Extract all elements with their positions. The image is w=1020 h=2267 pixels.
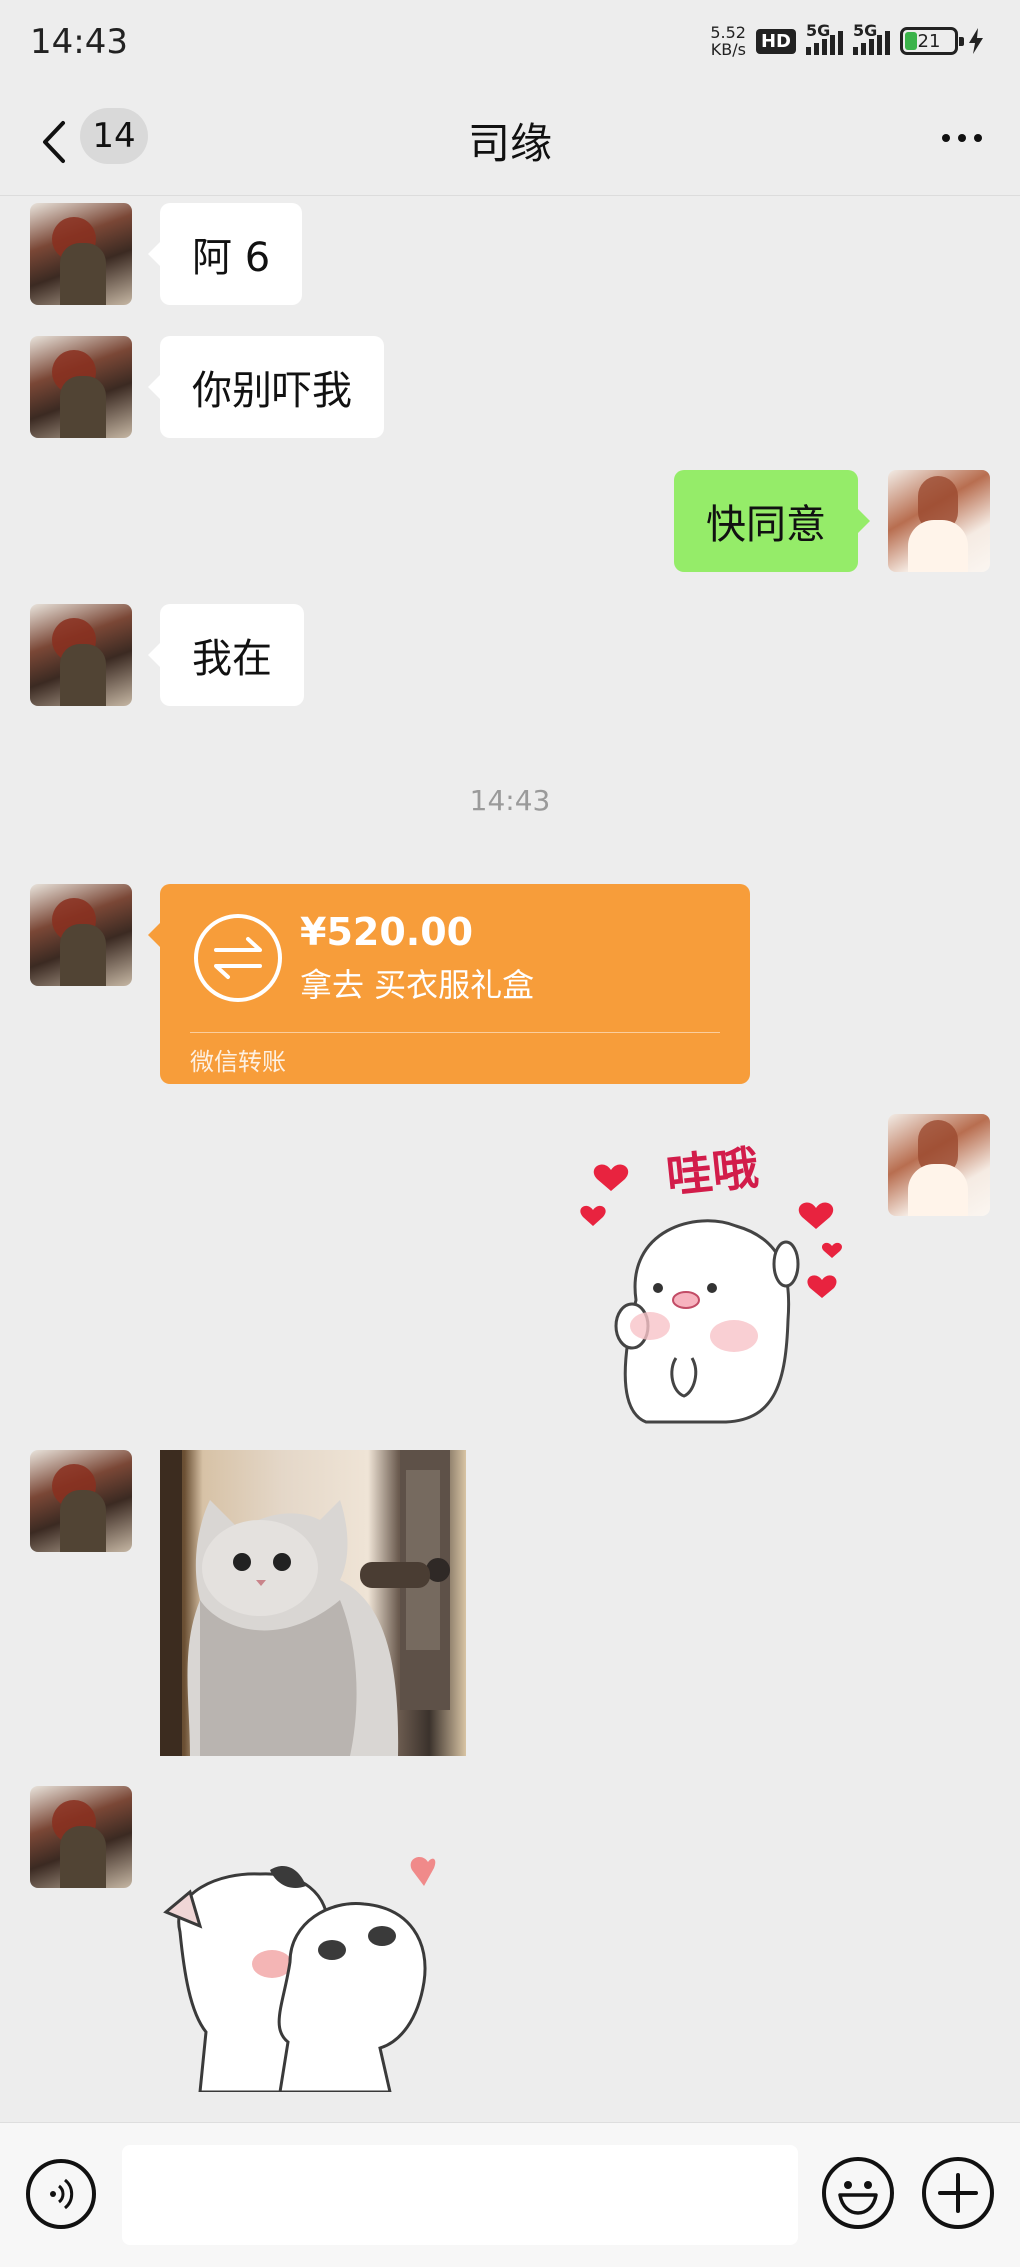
wow-sticker[interactable]: 哇哦 xyxy=(576,1130,866,1424)
more-dot-icon xyxy=(958,134,966,142)
network-speed: 5.52 KB/s xyxy=(710,24,746,58)
signal-icon: 5G xyxy=(806,21,843,55)
message-timestamp: 14:43 xyxy=(469,784,551,817)
signal-label: 5G xyxy=(806,21,831,40)
transfer-amount: ¥520.00 xyxy=(300,910,474,954)
more-actions-button[interactable] xyxy=(922,2157,994,2229)
voice-icon xyxy=(50,2178,74,2210)
contact-avatar[interactable] xyxy=(30,884,132,986)
more-options-button[interactable] xyxy=(932,110,992,166)
cat-photo[interactable] xyxy=(160,1450,466,1756)
network-speed-unit: KB/s xyxy=(710,40,746,59)
my-avatar[interactable] xyxy=(888,470,990,572)
wow-sticker-text: 哇哦 xyxy=(663,1140,761,1204)
message-input[interactable] xyxy=(122,2145,798,2245)
battery-icon: 21 xyxy=(900,27,964,55)
status-bar: 14:43 5.52 KB/s HD 5G 5G 21 xyxy=(0,0,1020,88)
hd-voice-icon: HD xyxy=(755,28,796,54)
charging-icon xyxy=(969,28,983,54)
contact-avatar[interactable] xyxy=(30,1786,132,1888)
transfer-label: 微信转账 xyxy=(190,1048,286,1076)
emoji-button[interactable] xyxy=(822,2157,894,2229)
incoming-message-bubble[interactable]: 我在 xyxy=(148,604,304,706)
transfer-note: 拿去 买衣服礼盒 xyxy=(300,966,535,1004)
more-dot-icon xyxy=(974,134,982,142)
message-composer xyxy=(0,2122,1020,2267)
voice-input-button[interactable] xyxy=(26,2159,96,2229)
incoming-message-bubble[interactable]: 你别吓我 xyxy=(148,336,384,438)
smiley-icon xyxy=(838,2181,878,2215)
chat-title: 司缘 xyxy=(467,119,552,168)
contact-avatar[interactable] xyxy=(30,1450,132,1552)
cuddle-sticker[interactable] xyxy=(160,1852,460,2094)
incoming-message-bubble[interactable]: 阿 6 xyxy=(147,203,303,305)
signal-icon-2: 5G xyxy=(853,21,890,55)
network-speed-value: 5.52 xyxy=(710,23,746,42)
transfer-divider xyxy=(190,1032,720,1033)
status-icons: 5.52 KB/s HD 5G 5G 21 xyxy=(710,21,984,58)
my-avatar[interactable] xyxy=(888,1114,990,1216)
transfer-card[interactable]: ¥520.00 拿去 买衣服礼盒 微信转账 xyxy=(148,884,750,1084)
contact-avatar[interactable] xyxy=(30,604,132,706)
signal-label-2: 5G xyxy=(853,21,878,40)
outgoing-message-bubble[interactable]: 快同意 xyxy=(674,470,870,572)
transfer-arrows-icon xyxy=(194,914,282,1002)
contact-avatar[interactable] xyxy=(30,336,132,438)
chat-header: 14 司缘 xyxy=(0,88,1020,196)
more-dot-icon xyxy=(942,134,950,142)
contact-avatar[interactable] xyxy=(30,203,132,305)
plus-icon xyxy=(938,2173,978,2213)
status-time: 14:43 xyxy=(30,22,128,62)
battery-level: 21 xyxy=(917,30,941,52)
